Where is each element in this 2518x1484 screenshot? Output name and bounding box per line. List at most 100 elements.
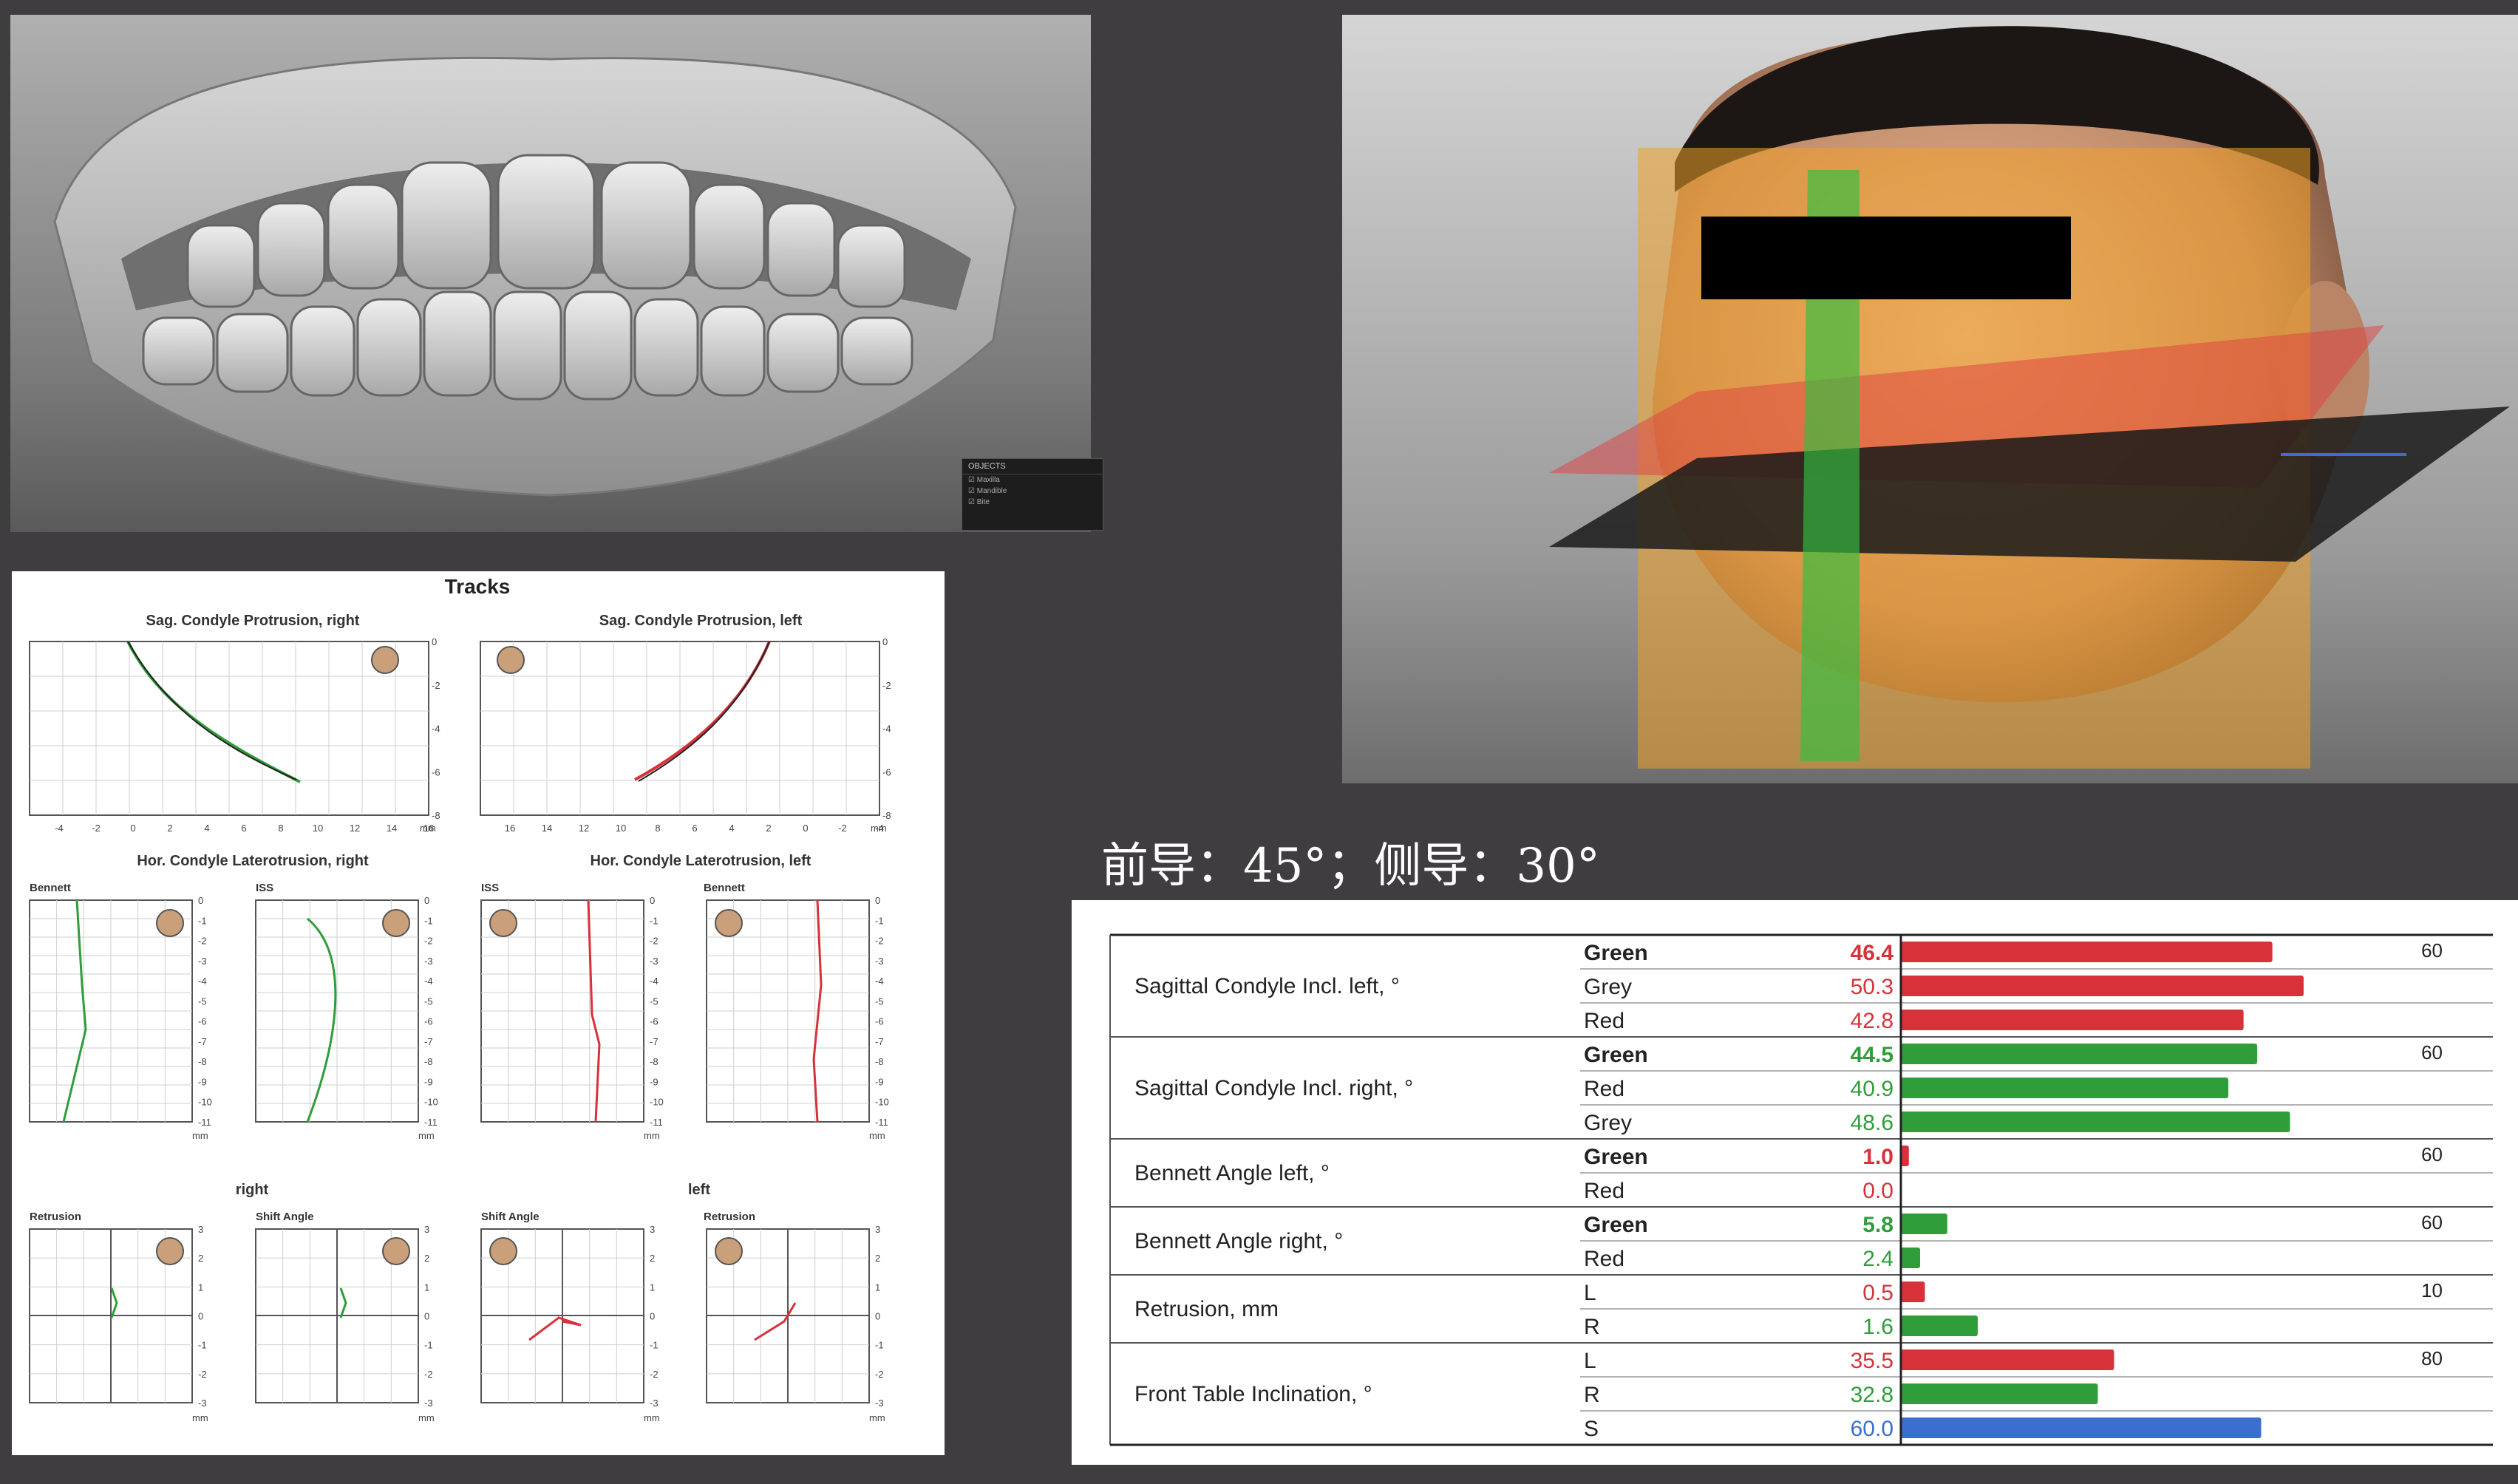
- y-tick-label: -5: [650, 995, 659, 1007]
- y-tick-label: 0: [650, 895, 655, 906]
- x-tick-label: 0: [130, 823, 135, 834]
- entry-name: Green: [1584, 941, 1648, 965]
- sag-left-chart: 0-2-4-6-816 14 12 10 8 6 4 2 0 -2 -4mm: [480, 636, 891, 834]
- y-tick-label: -2: [424, 936, 433, 947]
- entry-bar: [1901, 1214, 1947, 1234]
- y-tick-label: 0: [424, 895, 429, 906]
- face-scan-render: [1549, 26, 2510, 769]
- entry-name: Grey: [1584, 975, 1632, 999]
- entry-name: Red: [1584, 1009, 1624, 1033]
- table-row-group: Retrusion, mm 10 L 0.5 R 1.6: [1134, 1279, 2493, 1339]
- entry-name: Red: [1584, 1247, 1624, 1271]
- head-icon: [382, 1237, 410, 1265]
- objects-popup-item[interactable]: ☑ Mandible: [962, 486, 1103, 497]
- y-tick-label: -1: [875, 1340, 884, 1351]
- entry-value: 48.6: [1851, 1111, 1893, 1135]
- y-tick-label: -9: [198, 1076, 207, 1087]
- sag-right-title: Sag. Condyle Protrusion, right: [146, 613, 360, 629]
- x-tick-label: 6: [692, 823, 697, 834]
- x-tick-label: -2: [92, 823, 101, 834]
- head-icon: [489, 909, 517, 937]
- row-label: Retrusion, mm: [1134, 1297, 1279, 1321]
- entry-bar: [1901, 1044, 2258, 1064]
- entry-bar: [1901, 1112, 2290, 1132]
- row-scale-max: 60: [2421, 1143, 2443, 1165]
- entry-value: 5.8: [1862, 1213, 1893, 1237]
- y-tick-label: -10: [424, 1097, 438, 1108]
- y-tick-label: -8: [882, 810, 891, 821]
- entry-bar: [1901, 1078, 2229, 1098]
- entry-bar: [1901, 976, 2304, 996]
- bottom-chart: 3 2 1 0 -1 -2 -3 mm: [29, 1224, 208, 1423]
- entry-name: Green: [1584, 1213, 1648, 1237]
- unit-label: mm: [192, 1412, 208, 1423]
- entry-value: 0.0: [1862, 1179, 1893, 1203]
- sag-right-chart: 0-2-4-6-8-4 -2 0 2 4 6 8 10 12 14 16mm: [29, 636, 440, 834]
- y-tick-label: 2: [198, 1253, 203, 1264]
- unit-label: mm: [644, 1412, 660, 1423]
- objects-popup-item[interactable]: ☑ Maxilla: [962, 474, 1103, 486]
- y-tick-label: 1: [198, 1282, 203, 1293]
- unit-label: mm: [418, 1412, 435, 1423]
- shift-angle-label: Shift Angle: [256, 1211, 314, 1223]
- row-scale-max: 80: [2421, 1347, 2443, 1369]
- unit-label: mm: [420, 823, 436, 834]
- y-tick-label: -9: [875, 1076, 884, 1087]
- retrusion-label: Retrusion: [30, 1211, 81, 1223]
- y-tick-label: -11: [198, 1117, 211, 1128]
- entry-bar: [1901, 1383, 2098, 1404]
- entry-bar: [1901, 1146, 1909, 1166]
- entry-value: 50.3: [1851, 975, 1893, 999]
- row-scale-max: 60: [2421, 1041, 2443, 1063]
- tracks-panel: Tracks Sag. Condyle Protrusion, right Sa…: [12, 571, 945, 1455]
- x-tick-label: 4: [204, 823, 209, 834]
- y-tick-label: -5: [875, 995, 884, 1007]
- y-tick-label: -6: [198, 1016, 207, 1027]
- y-tick-label: 2: [875, 1253, 880, 1264]
- y-tick-label: 2: [650, 1253, 655, 1264]
- x-tick-label: 12: [350, 823, 360, 834]
- y-tick-label: -11: [650, 1117, 663, 1128]
- entry-value: 60.0: [1851, 1417, 1893, 1441]
- y-tick-label: -2: [875, 1369, 884, 1380]
- x-tick-label: 8: [655, 823, 660, 834]
- x-tick-label: -4: [55, 823, 64, 834]
- table-row-group: Sagittal Condyle Incl. left, ° 60 Green 46.…: [1134, 939, 2493, 1033]
- bottom-chart: 3 2 1 0 -1 -2 -3 mm: [706, 1224, 885, 1423]
- y-tick-label: 1: [650, 1282, 655, 1293]
- y-tick-label: -10: [650, 1097, 664, 1108]
- x-tick-label: 4: [729, 823, 734, 834]
- table-row-group: Bennett Angle right, ° 60 Green 5.8 Red 2.4: [1134, 1211, 2493, 1271]
- y-tick-label: -9: [424, 1076, 433, 1087]
- y-tick-label: -2: [650, 1369, 659, 1380]
- y-tick-label: -1: [424, 915, 433, 926]
- y-tick-label: -1: [198, 915, 207, 926]
- entry-name: L: [1584, 1349, 1596, 1373]
- y-tick-label: 3: [875, 1224, 880, 1235]
- hor-chart: 0 -1 -2 -3 -4 -5 -6 -7 -8 -9 -10 -11 mm: [255, 895, 438, 1141]
- entry-name: S: [1584, 1417, 1599, 1441]
- x-tick-label: 2: [167, 823, 172, 834]
- objects-popup[interactable]: OBJECTS ☑ Maxilla ☑ Mandible ☑ Bite: [962, 458, 1103, 531]
- x-tick-label: 6: [241, 823, 246, 834]
- y-tick-label: -7: [650, 1036, 659, 1047]
- objects-popup-item[interactable]: ☑ Bite: [962, 497, 1103, 508]
- y-tick-label: -2: [882, 680, 891, 691]
- face-scan-viewport[interactable]: [1342, 15, 2518, 783]
- hor-chart: 0 -1 -2 -3 -4 -5 -6 -7 -8 -9 -10 -11 mm: [480, 895, 664, 1141]
- y-tick-label: -8: [432, 810, 440, 821]
- entry-name: Green: [1584, 1145, 1648, 1169]
- iss-label: ISS: [481, 882, 499, 894]
- y-tick-label: 1: [875, 1282, 880, 1293]
- entry-bar: [1901, 942, 2273, 962]
- y-tick-label: -2: [650, 936, 659, 947]
- y-tick-label: 0: [875, 1311, 880, 1322]
- dental-scan-viewport[interactable]: OBJECTS ☑ Maxilla ☑ Mandible ☑ Bite: [10, 15, 1103, 532]
- y-tick-label: 2: [424, 1253, 429, 1264]
- entry-value: 32.8: [1851, 1383, 1893, 1407]
- row-label: Bennett Angle left, °: [1134, 1161, 1330, 1185]
- head-icon: [156, 909, 184, 937]
- head-icon: [489, 1237, 517, 1265]
- y-tick-label: -11: [875, 1117, 888, 1128]
- entry-bar: [1901, 1282, 1925, 1302]
